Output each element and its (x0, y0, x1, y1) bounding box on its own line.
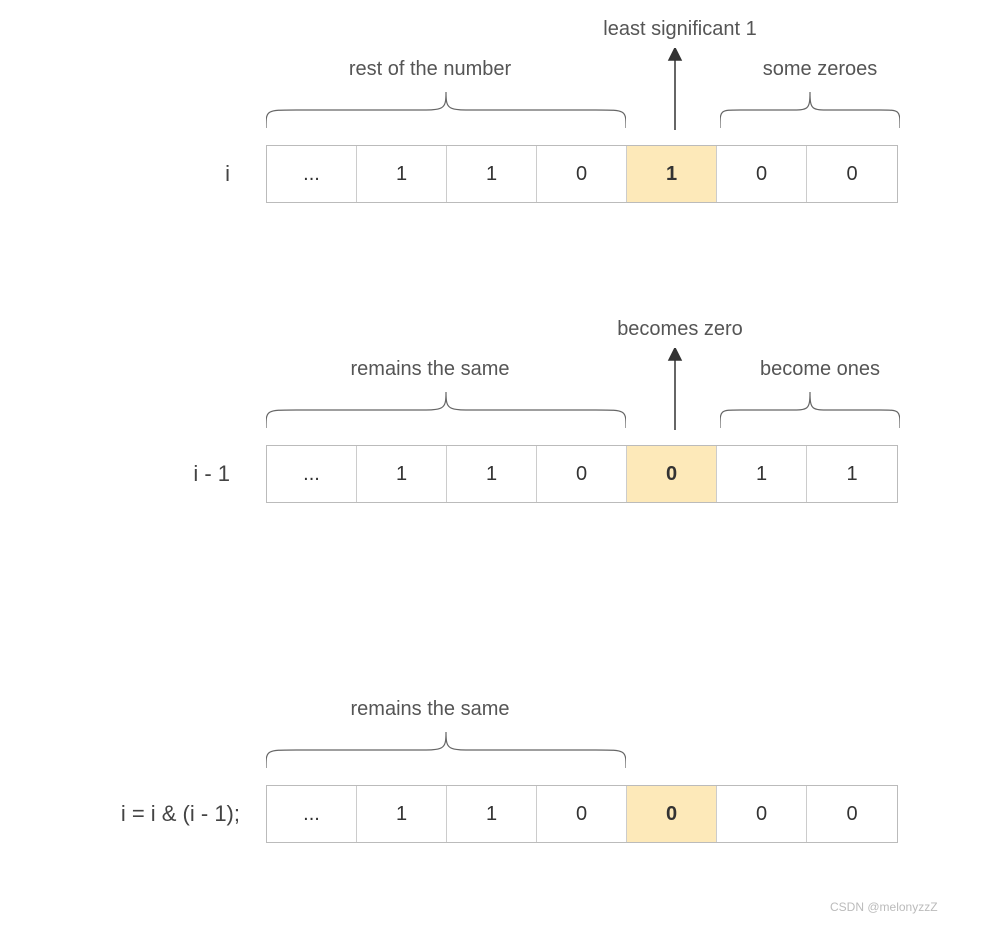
bit-cell: 1 (447, 786, 537, 842)
bit-cell: ... (267, 146, 357, 202)
bit-cell: 0 (807, 786, 897, 842)
bit-cell: 0 (807, 146, 897, 202)
bit-cell: 1 (447, 146, 537, 202)
bit-cell: 0 (537, 786, 627, 842)
bit-cell: ... (267, 446, 357, 502)
bit-cell: 1 (357, 146, 447, 202)
bit-cell: 1 (357, 786, 447, 842)
bit-row-result: ... 1 1 0 0 0 0 (266, 785, 898, 843)
watermark: CSDN @melonyzzZ (830, 900, 938, 914)
brace-right-1 (720, 90, 900, 130)
row-label-result: i = i & (i - 1); (30, 801, 240, 827)
brace-left-3 (266, 730, 626, 770)
arrow-2 (665, 348, 685, 430)
bit-cell: 0 (717, 786, 807, 842)
brace-right-2 (720, 390, 900, 430)
bit-cell-highlight: 1 (627, 146, 717, 202)
bit-cell: 1 (447, 446, 537, 502)
annot-remains-same-2: remains the same (300, 698, 560, 721)
bit-cell-highlight: 0 (627, 786, 717, 842)
bit-cell-highlight: 0 (627, 446, 717, 502)
bit-cell: 1 (807, 446, 897, 502)
bit-cell: ... (267, 786, 357, 842)
bit-cell: 0 (537, 446, 627, 502)
brace-left-2 (266, 390, 626, 430)
row-label-i: i (100, 161, 230, 187)
annot-becomes-zero: becomes zero (580, 318, 780, 341)
brace-left-1 (266, 90, 626, 130)
annot-rest-of-number: rest of the number (300, 58, 560, 81)
annot-some-zeroes: some zeroes (730, 58, 910, 81)
bit-row-i: ... 1 1 0 1 0 0 (266, 145, 898, 203)
row-label-i-minus-1: i - 1 (100, 461, 230, 487)
section-i: rest of the number least significant 1 s… (0, 0, 987, 280)
arrow-1 (665, 48, 685, 130)
annot-become-ones: become ones (730, 358, 910, 381)
bit-cell: 0 (717, 146, 807, 202)
bit-cell: 1 (357, 446, 447, 502)
annot-remains-same-1: remains the same (300, 358, 560, 381)
bit-row-i-minus-1: ... 1 1 0 0 1 1 (266, 445, 898, 503)
bit-cell: 1 (717, 446, 807, 502)
section-result: remains the same i = i & (i - 1); ... 1 … (0, 640, 987, 920)
section-i-minus-1: remains the same becomes zero become one… (0, 300, 987, 580)
annot-least-sig-1: least significant 1 (560, 18, 800, 41)
bit-cell: 0 (537, 146, 627, 202)
